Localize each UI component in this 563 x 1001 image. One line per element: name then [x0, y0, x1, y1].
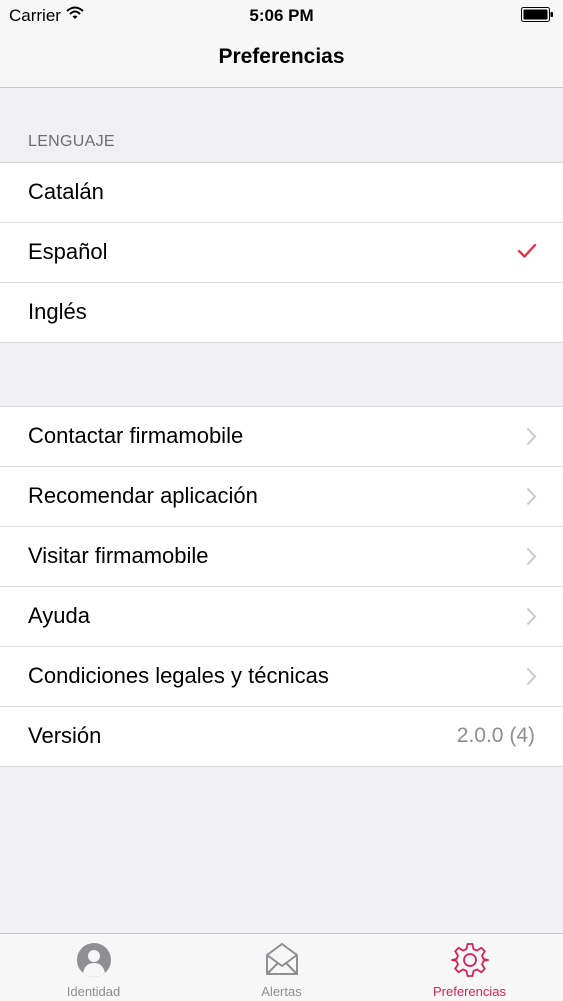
tab-bar: Identidad Alertas Preferencias: [0, 933, 563, 1001]
chevron-right-icon: [526, 487, 537, 511]
language-option-label: Catalán: [28, 179, 104, 204]
legal-terms-row[interactable]: Condiciones legales y técnicas: [0, 646, 563, 706]
help-row[interactable]: Ayuda: [0, 586, 563, 646]
tab-label: Alertas: [261, 984, 302, 999]
legal-terms-label: Condiciones legales y técnicas: [28, 663, 329, 688]
language-list: Catalán Español Inglés: [0, 162, 563, 343]
links-list: Contactar firmamobile Recomendar aplicac…: [0, 406, 563, 767]
contact-label: Contactar firmamobile: [28, 423, 244, 448]
person-icon: [0, 941, 187, 979]
visit-website-label: Visitar firmamobile: [28, 543, 209, 568]
tab-preferencias[interactable]: Preferencias: [376, 934, 563, 1001]
chevron-right-icon: [526, 547, 537, 571]
section-header-language: LENGUAJE: [28, 133, 115, 150]
tab-alertas[interactable]: Alertas: [188, 934, 375, 1001]
recommend-app-label: Recomendar aplicación: [28, 483, 258, 508]
recommend-app-row[interactable]: Recomendar aplicación: [0, 466, 563, 526]
version-label: Versión: [28, 723, 102, 748]
language-option-label: Español: [28, 239, 108, 264]
status-bar: Carrier 5:06 PM: [0, 0, 563, 30]
tab-label: Identidad: [66, 984, 121, 999]
version-row: Versión 2.0.0 (4): [0, 706, 563, 766]
checkmark-icon: [517, 243, 537, 264]
chevron-right-icon: [526, 607, 537, 631]
chevron-right-icon: [526, 427, 537, 451]
clock-label: 5:06 PM: [249, 6, 314, 25]
version-value: 2.0.0 (4): [456, 724, 535, 747]
gear-icon: [376, 941, 563, 979]
language-option-spanish[interactable]: Español: [0, 222, 563, 282]
help-label: Ayuda: [28, 603, 90, 628]
language-option-english[interactable]: Inglés: [0, 282, 563, 342]
page-title: Preferencias: [218, 45, 345, 68]
chevron-right-icon: [526, 667, 537, 691]
language-option-label: Inglés: [28, 299, 87, 324]
visit-website-row[interactable]: Visitar firmamobile: [0, 526, 563, 586]
tab-identidad[interactable]: Identidad: [0, 934, 187, 1001]
navigation-bar: Preferencias: [0, 30, 563, 88]
language-option-catalan[interactable]: Catalán: [0, 163, 563, 222]
tab-label: Preferencias: [433, 984, 506, 999]
battery-icon: [521, 7, 554, 27]
envelope-icon: [188, 941, 375, 977]
contact-row[interactable]: Contactar firmamobile: [0, 407, 563, 466]
